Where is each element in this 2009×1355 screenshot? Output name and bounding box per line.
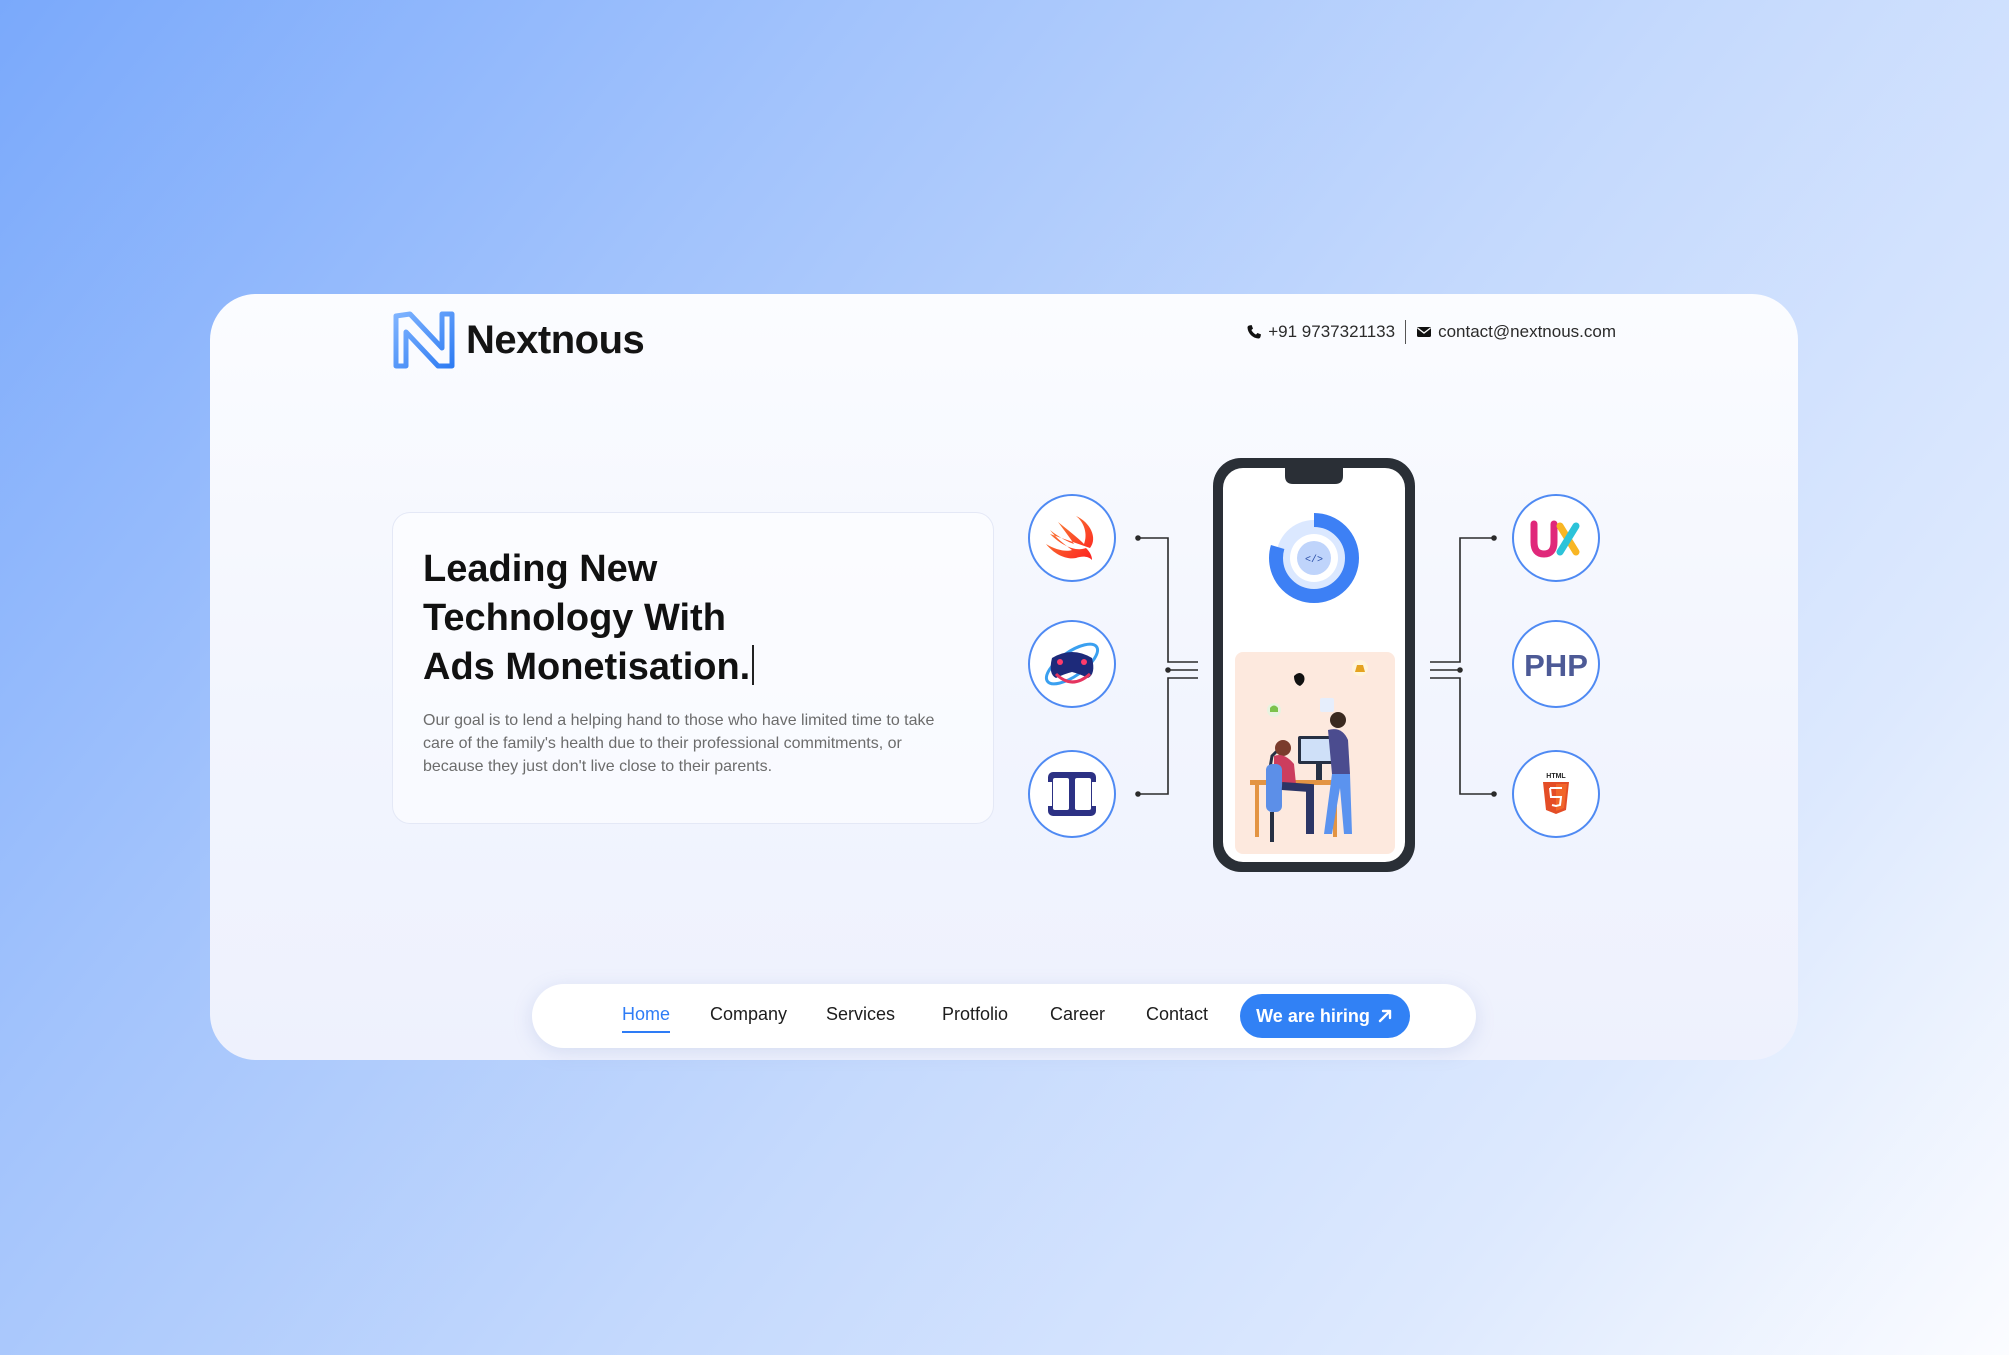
swift-icon <box>1028 494 1116 582</box>
php-label: PHP <box>1524 648 1588 683</box>
nav-services-label: Services <box>826 1004 896 1024</box>
nav-career[interactable]: Career <box>1050 1004 1105 1025</box>
contact-bar: +91 9737321133 contact@nextnous.com <box>1246 320 1616 344</box>
phone-link[interactable]: +91 9737321133 <box>1246 322 1395 342</box>
arrow-up-right-icon <box>1378 1009 1392 1023</box>
nav-services[interactable]: Services <box>826 1004 895 1025</box>
hiring-button-label: We are hiring <box>1256 1005 1370 1026</box>
mobile-devices-icon <box>1028 750 1116 838</box>
code-label: </> <box>1305 554 1323 566</box>
php-icon: PHP <box>1512 620 1600 708</box>
brand-name: Nextnous <box>466 317 645 362</box>
nextnous-logo-icon <box>393 311 455 369</box>
nav-home-label: Home <box>622 1004 671 1024</box>
main-navigation: Home Company Services Protfolio Career C… <box>532 984 1476 1048</box>
typing-caret <box>752 645 755 685</box>
hero-card: Nextnous +91 9737321133 contact@nextnous… <box>210 294 1798 1060</box>
envelope-icon <box>1417 327 1432 337</box>
phone-mockup: </> <box>1213 458 1415 872</box>
nav-company-label: Company <box>710 1004 788 1024</box>
contact-divider <box>1405 320 1407 344</box>
nav-contact[interactable]: Contact <box>1146 1004 1208 1025</box>
hero-title-line-2: Technology With <box>423 597 726 639</box>
nav-contact-label: Contact <box>1146 1004 1209 1024</box>
left-connector-lines <box>1135 535 1198 797</box>
right-connector-lines <box>1430 535 1497 797</box>
nav-company[interactable]: Company <box>710 1004 787 1025</box>
nav-career-label: Career <box>1050 1004 1106 1024</box>
we-are-hiring-button[interactable]: We are hiring <box>1240 994 1410 1038</box>
hero-title: Leading New Technology With Ads Monetisa… <box>423 545 963 692</box>
nav-portfolio[interactable]: Protfolio <box>942 1004 1008 1025</box>
brand-logo[interactable]: Nextnous <box>392 310 645 370</box>
email-link[interactable]: contact@nextnous.com <box>1416 322 1616 342</box>
ux-icon <box>1512 494 1600 582</box>
hero-title-line-3: Ads Monetisation. <box>423 646 751 688</box>
hero-title-line-3-wrap: Ads Monetisation. <box>423 643 963 692</box>
game-controller-icon <box>1028 620 1116 708</box>
phone-icon <box>1247 325 1262 339</box>
nav-active-underline <box>622 1031 671 1033</box>
html5-icon: HTML <box>1512 750 1600 838</box>
html-label: HTML <box>1546 773 1566 780</box>
phone-number: +91 9737321133 <box>1268 322 1396 341</box>
hero-text-box: Leading New Technology With Ads Monetisa… <box>392 512 994 824</box>
email-address: contact@nextnous.com <box>1438 322 1616 341</box>
nav-home[interactable]: Home <box>622 1004 671 1033</box>
hero-title-line-1: Leading New <box>423 548 658 590</box>
nav-portfolio-label: Protfolio <box>942 1004 1009 1024</box>
hero-description: Our goal is to lend a helping hand to th… <box>423 712 935 775</box>
